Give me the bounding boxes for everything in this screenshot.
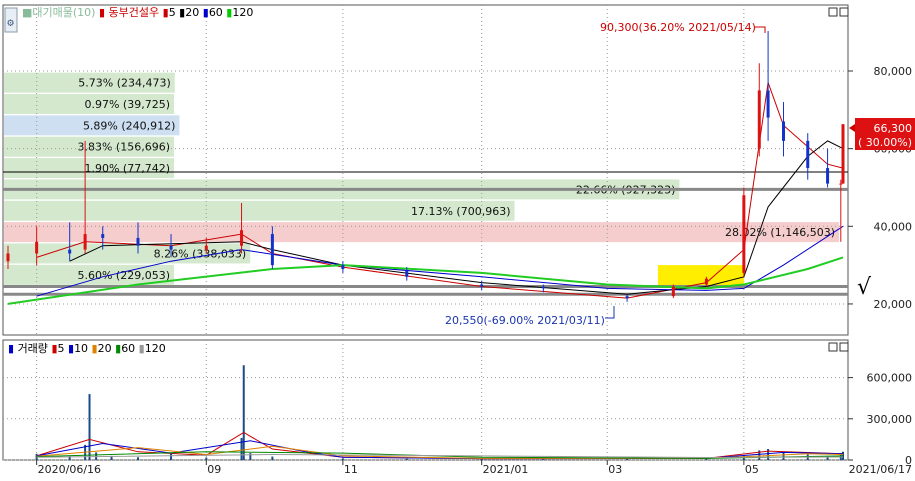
price-panel-maximize-button[interactable]: [828, 7, 838, 17]
candle-body: [841, 124, 845, 184]
volume-bar: [405, 458, 408, 460]
current-price-badge: 66,300 ( 30.00%): [849, 118, 915, 150]
settings-icon-glyph: ⚙: [7, 19, 15, 29]
volume-bar: [271, 456, 274, 460]
volume-bar: [542, 459, 545, 460]
volume-profile-label: 0.97% (39,725): [84, 98, 170, 111]
stock-chart: 5.73% (234,473) 0.97% (39,725) 5.89% (240,…: [2, 4, 915, 476]
volume-profile-label: 17.13% (700,963): [411, 205, 511, 218]
price-ma-items: ▮5 ▮20 ▮60 ▮120: [163, 6, 254, 19]
volume-bar: [170, 453, 173, 460]
price-ma-marker: ▮: [199, 6, 209, 19]
candle-body: [671, 286, 675, 297]
candle-body: [136, 237, 140, 246]
volume-ma-label-10: 10: [74, 342, 88, 355]
last-price-text: 66,300: [874, 122, 913, 135]
volume-ma-marker: ▮: [88, 342, 98, 355]
last-change-text: ( 30.00%): [858, 136, 912, 149]
candle-body: [704, 278, 708, 285]
volume-ma-label-120: 120: [145, 342, 166, 355]
candle-body: [341, 265, 345, 269]
price-panel-close-button[interactable]: [839, 7, 849, 17]
volume-panel-maximize-button[interactable]: [828, 342, 838, 352]
volume-bar: [88, 394, 91, 460]
max-price-label: 90,300(36.20% 2021/05/14): [600, 21, 756, 34]
candle-body: [782, 121, 786, 141]
price-tick-label: 80,000: [874, 65, 913, 78]
date-tick-label: 05: [745, 463, 759, 476]
price-ma-label-120: 120: [232, 6, 253, 19]
volume-ma-marker: ▮: [112, 342, 122, 355]
candle-body: [240, 230, 244, 246]
candle-body: [405, 270, 409, 277]
candle-body: [742, 195, 746, 273]
volume-bar: [249, 453, 252, 460]
volume-ma-items: ▮5 ▮10 ▮20 ▮60 ▮120: [51, 342, 165, 355]
candle-body: [757, 90, 761, 149]
date-tick-label: 2021/06/17: [849, 463, 912, 476]
price-ma-marker: ▮: [176, 6, 186, 19]
volume-profile-label: 28.02% (1,146,503): [725, 226, 835, 239]
volume-bar: [205, 457, 208, 460]
date-tick-label: 2021/01: [483, 463, 529, 476]
date-tick-label: 11: [344, 463, 358, 476]
candle-body: [806, 140, 810, 169]
volume-legend: ▮ 거래량 ▮5 ▮10 ▮20 ▮60 ▮120: [8, 342, 166, 355]
price-ma-label-60: 60: [209, 6, 223, 19]
candle-body: [826, 168, 830, 184]
volume-bar: [136, 457, 139, 460]
volume-bar: [240, 438, 243, 460]
price-tick-label: 20,000: [874, 298, 913, 311]
price-ma-label-5: 5: [169, 6, 176, 19]
candle-body: [541, 286, 545, 289]
date-tick-label: 2020/06/16: [38, 463, 101, 476]
candle-body: [839, 183, 843, 185]
candle-body: [480, 284, 484, 287]
volume-profile-bar: [4, 222, 839, 243]
price-ma-label-20: 20: [185, 6, 199, 19]
candle-body: [35, 241, 39, 254]
candle-body: [270, 234, 274, 266]
candle-body: [204, 245, 208, 250]
price-tick-label: 40,000: [874, 220, 913, 233]
volume-legend-title: 거래량: [18, 342, 48, 355]
price-badge-pointer: [849, 124, 855, 132]
volume-ma-label-20: 20: [98, 342, 112, 355]
volume-legend-marker: ▮: [8, 342, 14, 355]
volume-profile-label: 1.90% (77,742): [84, 162, 170, 175]
stock-name-label: 동부건설우: [109, 6, 160, 19]
price-legend-marker: ▮: [99, 6, 105, 19]
price-ma-marker: ▮: [223, 6, 233, 19]
volume-profile-label: 3.83% (156,696): [77, 141, 170, 154]
volume-ma-marker: ▮: [135, 342, 145, 355]
volume-bar: [242, 365, 245, 460]
volume-panel-close-button[interactable]: [839, 342, 849, 352]
candle-body: [101, 234, 105, 238]
candle-body: [766, 90, 770, 118]
volume-profile-label: 8.26% (338,033): [154, 247, 247, 260]
volume-profile-label: 5.89% (240,912): [83, 119, 176, 132]
candle-body: [68, 249, 72, 254]
volume-bar: [782, 452, 785, 460]
min-price-label: 20,550(-69.00% 2021/03/11): [445, 314, 605, 327]
candle-body: [625, 296, 629, 299]
candle-body: [169, 245, 173, 250]
volume-ma-label-60: 60: [121, 342, 135, 355]
price-legend: ■대기매물(10) ▮ 동부건설우 ▮5 ▮20 ▮60 ▮120: [22, 6, 253, 19]
volume-profile-label: 5.73% (234,473): [78, 77, 171, 90]
volume-ma-label-5: 5: [58, 342, 65, 355]
volume-ma-marker: ▮: [65, 342, 75, 355]
candle-body: [6, 253, 10, 262]
check-mark: √: [857, 275, 872, 300]
max-price-annotation: 90,300(36.20% 2021/05/14): [600, 21, 766, 34]
supply-legend-label: ■대기매물(10): [22, 6, 95, 19]
volume-tick-label: 300,000: [867, 413, 913, 426]
volume-panel-frame: [2, 339, 849, 461]
volume-tick-label: 600,000: [867, 372, 913, 385]
candle-body: [83, 234, 87, 250]
date-tick-label: 03: [608, 463, 622, 476]
date-tick-label: 09: [207, 463, 221, 476]
volume-bar: [341, 458, 344, 460]
